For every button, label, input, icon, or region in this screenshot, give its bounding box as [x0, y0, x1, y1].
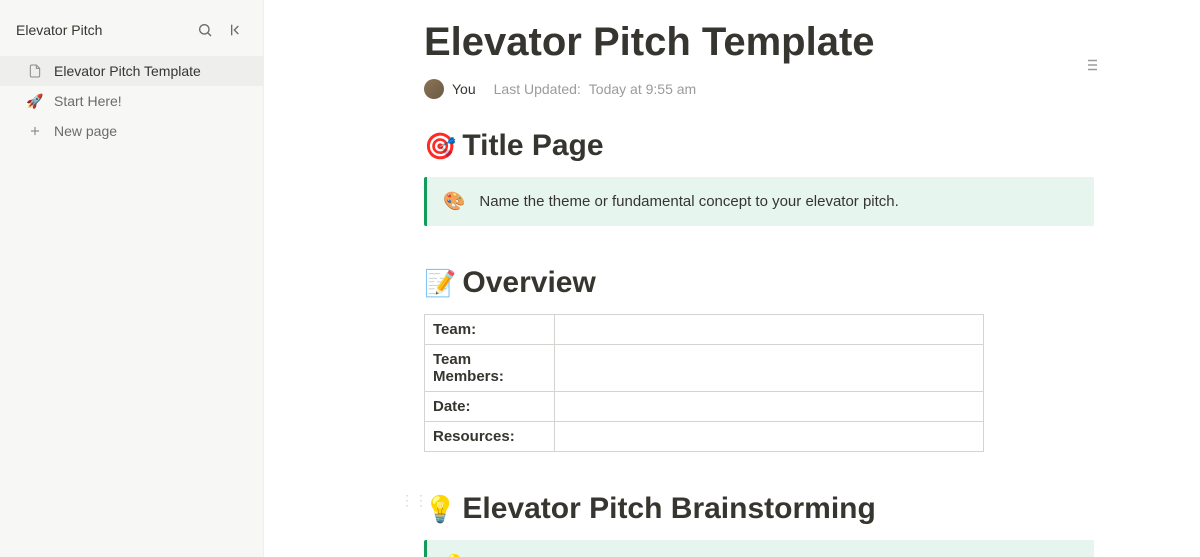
table-of-contents-icon[interactable] [1078, 52, 1104, 81]
drag-handle-icon[interactable]: ⋮⋮ [400, 492, 428, 509]
callout-brainstorming[interactable]: 💡 Fill in the table below for better tea… [424, 540, 1094, 557]
sidebar-item-start-here[interactable]: 🚀 Start Here! [0, 86, 263, 116]
sidebar-item-label: Start Here! [54, 93, 122, 109]
table-value-cell[interactable] [555, 422, 984, 452]
last-updated-value: Today at 9:55 am [589, 81, 696, 97]
workspace-name[interactable]: Elevator Pitch [16, 22, 102, 38]
table-label-cell[interactable]: Date: [425, 392, 555, 422]
table-label-cell[interactable]: Team Members: [425, 345, 555, 392]
sidebar-header-icons [195, 20, 247, 40]
rocket-icon: 🚀 [26, 92, 44, 110]
table-label-cell[interactable]: Team: [425, 315, 555, 345]
sidebar-item-new-page[interactable]: New page [0, 116, 263, 146]
main-content-area: Elevator Pitch Template You Last Updated… [264, 0, 1200, 557]
section-brainstorming-wrapper: ⋮⋮ 💡 Elevator Pitch Brainstorming [424, 492, 1094, 526]
sidebar-nav: Elevator Pitch Template 🚀 Start Here! Ne… [0, 56, 263, 146]
author-name[interactable]: You [452, 81, 476, 97]
page-title[interactable]: Elevator Pitch Template [424, 20, 1094, 65]
section-heading-text: Overview [462, 266, 595, 300]
last-updated-label: Last Updated: [494, 81, 581, 97]
table-value-cell[interactable] [555, 392, 984, 422]
table-row[interactable]: Date: [425, 392, 984, 422]
collapse-sidebar-icon[interactable] [227, 20, 247, 40]
page-icon [26, 62, 44, 80]
sidebar: Elevator Pitch Elevator Pitch Template 🚀… [0, 0, 264, 557]
memo-icon: 📝 [424, 268, 456, 299]
target-icon: 🎯 [424, 131, 456, 162]
sidebar-item-elevator-pitch-template[interactable]: Elevator Pitch Template [0, 56, 263, 86]
callout-title-page[interactable]: 🎨 Name the theme or fundamental concept … [424, 177, 1094, 226]
callout-text: Name the theme or fundamental concept to… [479, 193, 898, 210]
section-heading-text: Title Page [462, 129, 603, 163]
table-row[interactable]: Team: [425, 315, 984, 345]
table-value-cell[interactable] [555, 345, 984, 392]
lightbulb-icon: 💡 [424, 494, 456, 525]
metadata-row: You Last Updated: Today at 9:55 am [424, 79, 1094, 99]
table-row[interactable]: Resources: [425, 422, 984, 452]
avatar[interactable] [424, 79, 444, 99]
sidebar-header: Elevator Pitch [0, 12, 263, 48]
section-heading-overview[interactable]: 📝 Overview [424, 266, 1094, 300]
sidebar-item-label: New page [54, 123, 117, 139]
section-heading-title-page[interactable]: 🎯 Title Page [424, 129, 1094, 163]
search-icon[interactable] [195, 20, 215, 40]
page-body: Elevator Pitch Template You Last Updated… [424, 0, 1154, 557]
overview-table[interactable]: Team: Team Members: Date: Resources: [424, 314, 984, 452]
palette-icon: 🎨 [443, 191, 465, 212]
section-heading-brainstorming[interactable]: 💡 Elevator Pitch Brainstorming [424, 492, 1094, 526]
plus-icon [26, 122, 44, 140]
sidebar-item-label: Elevator Pitch Template [54, 63, 201, 79]
section-heading-text: Elevator Pitch Brainstorming [462, 492, 875, 526]
table-label-cell[interactable]: Resources: [425, 422, 555, 452]
table-row[interactable]: Team Members: [425, 345, 984, 392]
table-value-cell[interactable] [555, 315, 984, 345]
